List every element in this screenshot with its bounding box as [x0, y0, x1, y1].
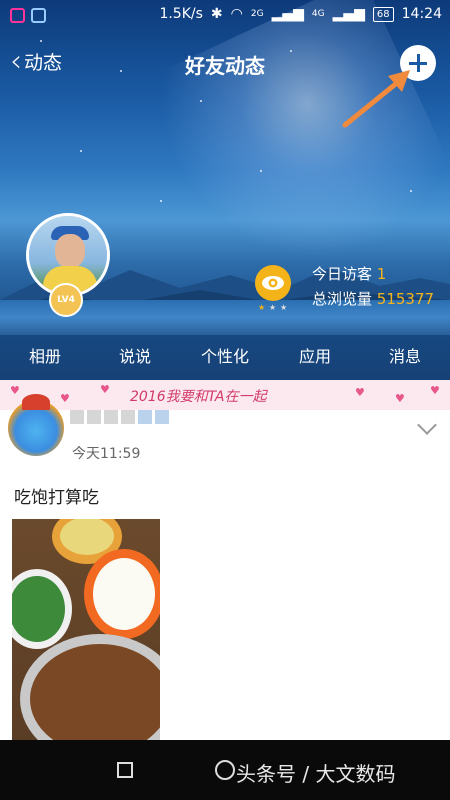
rice-bowl: [84, 549, 160, 639]
tab-messages[interactable]: 消息: [360, 335, 450, 380]
star: [80, 150, 82, 152]
tab-personalize[interactable]: 个性化: [180, 335, 270, 380]
post-author-avatar[interactable]: [8, 394, 64, 456]
level-badge[interactable]: LV4: [49, 283, 83, 317]
clock: 14:24: [401, 6, 442, 22]
total-views-value: 515377: [376, 290, 435, 308]
rating-stars: ★ ★ ★: [258, 303, 288, 312]
battery-indicator: 68: [372, 6, 394, 22]
network-speed: 1.5K/s: [159, 6, 203, 22]
feed-post: 今天11:59 吃饱打算吃: [0, 392, 450, 741]
wifi-icon: ◠: [230, 6, 243, 22]
tab-album[interactable]: 相册: [0, 335, 90, 380]
signal-icon: ▂▄▆: [332, 6, 365, 22]
today-visitors-value: 1: [376, 265, 387, 283]
signal-2g-label: 2G: [250, 9, 264, 19]
bluetooth-icon: ✱: [210, 6, 223, 22]
post-photo[interactable]: [12, 519, 160, 741]
star: [260, 170, 262, 172]
watermark-text: 头条号 / 大文数码: [236, 762, 396, 786]
arrow-annotation: [342, 70, 410, 128]
tab-apps[interactable]: 应用: [270, 335, 360, 380]
post-timestamp: 今天11:59: [72, 446, 141, 462]
profile-tabs: 相册 说说 个性化 应用 消息: [0, 335, 450, 380]
home-button[interactable]: [215, 760, 235, 780]
chevron-down-icon[interactable]: [417, 415, 437, 435]
meat-plate: [20, 634, 160, 741]
app-notification-icon: [10, 8, 25, 23]
visitor-stats[interactable]: 今日访客 1 总浏览量 515377: [312, 262, 434, 312]
today-visitors-label: 今日访客: [312, 265, 373, 283]
app-notification-icon: [31, 8, 46, 23]
greens-bowl: [12, 569, 72, 649]
star: [200, 100, 202, 102]
post-author-name-redacted[interactable]: [70, 410, 169, 424]
signal-icon: ▂▄▆: [271, 6, 304, 22]
tab-moments[interactable]: 说说: [90, 335, 180, 380]
recent-apps-button[interactable]: [117, 762, 133, 778]
total-views-label: 总浏览量: [312, 290, 373, 308]
eye-icon[interactable]: [255, 265, 291, 301]
star: [160, 200, 162, 202]
system-nav-bar: 头条号 / 大文数码: [0, 740, 450, 800]
signal-4g-label: 4G: [311, 9, 325, 19]
status-bar: 1.5K/s ✱ ◠ 2G ▂▄▆ 4G ▂▄▆ 68 14:24: [0, 0, 450, 30]
post-text: 吃饱打算吃: [14, 488, 99, 508]
star: [410, 190, 412, 192]
